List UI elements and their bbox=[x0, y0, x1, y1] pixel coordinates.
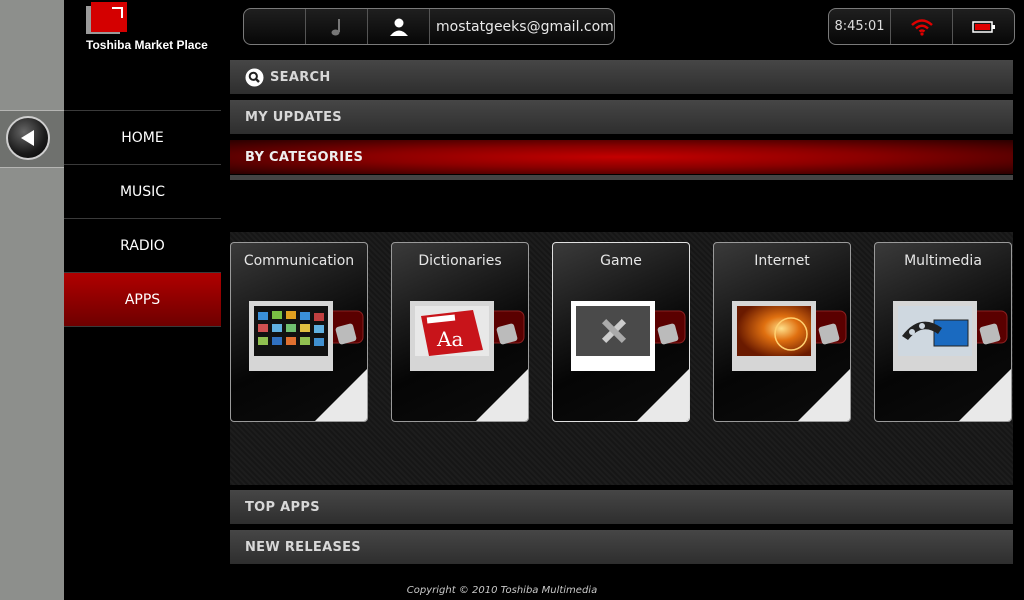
category-thumbnail bbox=[732, 301, 816, 371]
by-categories-label: BY CATEGORIES bbox=[245, 149, 364, 165]
account-blank-button[interactable] bbox=[244, 9, 306, 44]
screens-grid-icon bbox=[254, 306, 328, 356]
account-bar: mostatgeeks@gmail.com bbox=[243, 8, 615, 45]
category-label: Dictionaries bbox=[418, 253, 502, 269]
left-rail bbox=[0, 0, 64, 600]
toshiba-logo-icon bbox=[86, 2, 127, 34]
category-card-communication[interactable]: Communication bbox=[230, 242, 368, 422]
category-thumbnail: Aa bbox=[410, 301, 494, 371]
brand-name: Toshiba Market Place bbox=[86, 38, 208, 52]
svg-text:Aa: Aa bbox=[436, 327, 463, 351]
battery-icon bbox=[971, 20, 995, 33]
copyright-text: Copyright © 2010 Toshiba Multimedia bbox=[406, 585, 598, 596]
status-bar: 8:45:01 bbox=[828, 8, 1015, 45]
music-note-icon bbox=[331, 18, 340, 35]
film-reel-icon bbox=[898, 306, 972, 356]
divider bbox=[230, 175, 1013, 180]
card-corner bbox=[315, 369, 367, 421]
back-arrow-icon bbox=[21, 130, 34, 146]
category-card-multimedia[interactable]: Multimedia bbox=[874, 242, 1012, 422]
category-label: Communication bbox=[243, 253, 355, 269]
category-card-internet[interactable]: Internet bbox=[713, 242, 851, 422]
clock: 8:45:01 bbox=[834, 19, 885, 34]
brand-logo[interactable]: Toshiba Market Place bbox=[86, 2, 226, 52]
category-thumbnail bbox=[893, 301, 977, 371]
battery-indicator bbox=[953, 9, 1014, 44]
account-email[interactable]: mostatgeeks@gmail.com bbox=[430, 9, 614, 44]
wifi-icon bbox=[910, 18, 933, 36]
new-releases-label: NEW RELEASES bbox=[245, 539, 361, 555]
main-nav: HOME MUSIC RADIO APPS bbox=[64, 110, 221, 327]
category-label: Multimedia bbox=[904, 253, 982, 269]
search-icon bbox=[245, 68, 264, 87]
pencil-ruler-icon bbox=[576, 306, 650, 356]
user-icon bbox=[389, 18, 408, 36]
category-thumbnail bbox=[571, 301, 655, 371]
category-label: Internet bbox=[754, 253, 810, 269]
music-button[interactable] bbox=[306, 9, 368, 44]
category-label: Game bbox=[600, 253, 642, 269]
dictionary-book-icon: Aa bbox=[415, 306, 489, 356]
top-apps-bar[interactable]: TOP APPS bbox=[230, 490, 1013, 524]
wifi-indicator bbox=[891, 9, 953, 44]
card-corner bbox=[476, 369, 528, 421]
category-card-game[interactable]: Game bbox=[552, 242, 690, 422]
my-updates-bar[interactable]: MY UPDATES bbox=[230, 100, 1013, 134]
nav-item-music[interactable]: MUSIC bbox=[64, 164, 221, 218]
category-card-dictionaries[interactable]: Dictionaries Aa bbox=[391, 242, 529, 422]
nav-item-radio[interactable]: RADIO bbox=[64, 218, 221, 272]
card-corner bbox=[959, 369, 1011, 421]
category-thumbnail bbox=[249, 301, 333, 371]
nav-item-apps[interactable]: APPS bbox=[64, 272, 221, 327]
back-button[interactable] bbox=[6, 116, 50, 160]
search-label: SEARCH bbox=[270, 69, 331, 85]
new-releases-bar[interactable]: NEW RELEASES bbox=[230, 530, 1013, 564]
user-button[interactable] bbox=[368, 9, 430, 44]
top-apps-label: TOP APPS bbox=[245, 499, 320, 515]
by-categories-bar[interactable]: BY CATEGORIES bbox=[230, 140, 1013, 174]
globe-icon bbox=[737, 306, 811, 356]
my-updates-label: MY UPDATES bbox=[245, 109, 342, 125]
categories-carousel[interactable]: Communication Dictionaries Aa Game Inter… bbox=[230, 232, 1013, 485]
search-bar[interactable]: SEARCH bbox=[230, 60, 1013, 94]
card-corner bbox=[637, 369, 689, 421]
card-corner bbox=[798, 369, 850, 421]
nav-item-home[interactable]: HOME bbox=[64, 110, 221, 164]
